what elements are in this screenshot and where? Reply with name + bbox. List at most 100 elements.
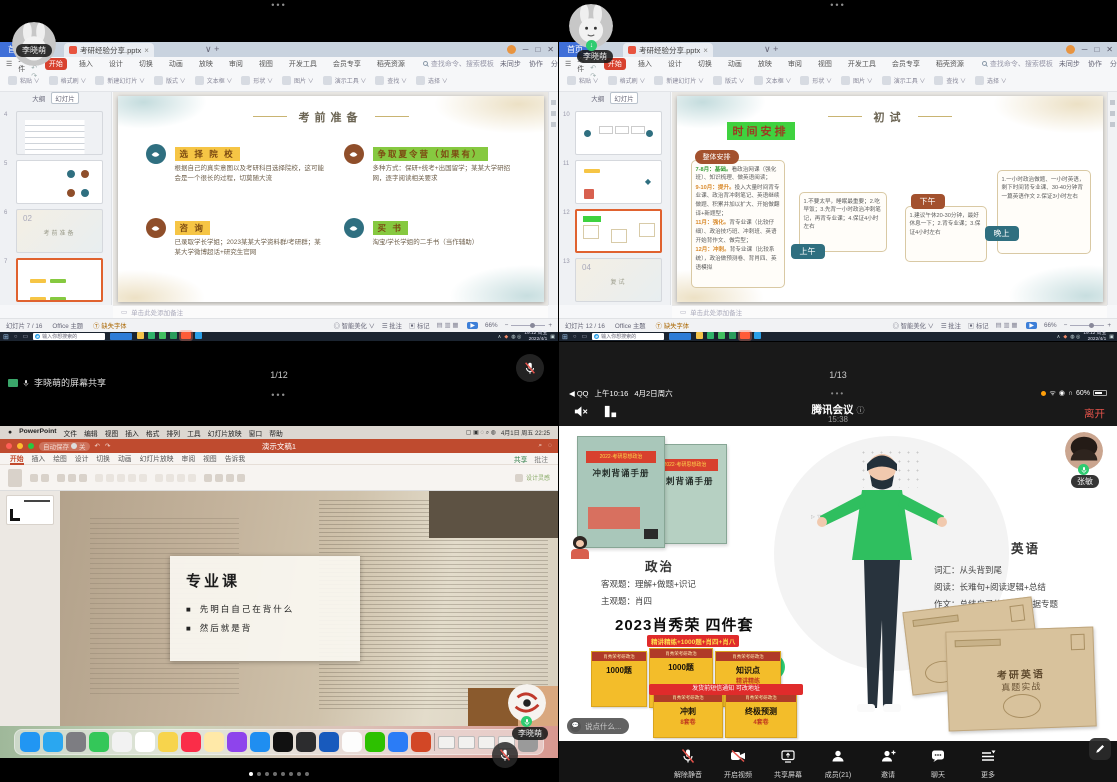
tab-close-icon[interactable]: × bbox=[144, 46, 149, 55]
dock-minimized-window[interactable] bbox=[478, 736, 495, 749]
dock-item-notes[interactable] bbox=[204, 732, 224, 752]
leave-meeting-button[interactable]: 离开 bbox=[1084, 406, 1105, 421]
toolbar-图片[interactable]: 图片 ∨ bbox=[841, 76, 873, 85]
hamburger-menu-icon[interactable]: ☰ bbox=[565, 60, 571, 68]
collab-button[interactable]: 协作 bbox=[529, 59, 543, 69]
beautify-button[interactable]: ◎ 智能美化 ∨ bbox=[893, 321, 934, 330]
overflow-dots[interactable]: ••• bbox=[830, 0, 845, 10]
overflow-dots[interactable]: ••• bbox=[271, 0, 286, 10]
toolbar-文本框[interactable]: 文本框 ∨ bbox=[754, 76, 792, 85]
ribbon-tab-3[interactable]: 设计 bbox=[105, 58, 127, 70]
slide-thumbnail-current[interactable] bbox=[575, 209, 662, 253]
toolbar-chat[interactable]: 聊天 bbox=[918, 748, 958, 782]
notes-bar[interactable]: ▭单击此处添加备注 bbox=[672, 305, 1107, 318]
ribbon-tab-4[interactable]: 切换 bbox=[694, 58, 716, 70]
taskbar-app-green-3[interactable] bbox=[170, 332, 177, 339]
dock-item-powerpoint[interactable] bbox=[411, 732, 431, 752]
ppt-tab-开始[interactable]: 开始 bbox=[10, 453, 24, 465]
menu-排列[interactable]: 排列 bbox=[166, 428, 180, 438]
gallery-page-dots[interactable] bbox=[0, 772, 558, 776]
toolbar-形状[interactable]: 形状 ∨ bbox=[241, 76, 273, 85]
sync-status[interactable]: 未同步 bbox=[1059, 59, 1080, 69]
dock-item-podcasts[interactable] bbox=[227, 732, 247, 752]
toolbar-mic-off[interactable]: 解除静音 bbox=[668, 748, 708, 782]
taskbar-search-icon[interactable]: ○ bbox=[573, 334, 577, 340]
slide-thumbnail[interactable] bbox=[16, 111, 103, 155]
toolbar-图片[interactable]: 图片 ∨ bbox=[282, 76, 314, 85]
slide-canvas-exam[interactable]: 初试 时间安排 整体安排 7-8月：基础。看政治网课（强化班）、知识梳理、做英语… bbox=[677, 96, 1103, 302]
toolbar-版式[interactable]: 版式 ∨ bbox=[713, 76, 745, 85]
slide-thumbnail[interactable] bbox=[6, 495, 54, 525]
info-icon[interactable]: ⓘ bbox=[856, 406, 864, 415]
document-tab[interactable]: 考研经验分享.pptx× bbox=[623, 43, 713, 57]
comment-button[interactable]: ☰ 批注 bbox=[382, 321, 402, 330]
taskbar-folder[interactable] bbox=[696, 332, 703, 339]
taskbar-folder[interactable] bbox=[137, 332, 144, 339]
sync-status[interactable]: 未同步 bbox=[500, 59, 521, 69]
toolbar-格式刷[interactable]: 格式刷 ∨ bbox=[608, 76, 646, 85]
ribbon-tab-8[interactable]: 视图 bbox=[814, 58, 836, 70]
task-view-icon[interactable]: ▭ bbox=[23, 333, 29, 340]
new-tab-button[interactable]: ∨ + bbox=[205, 44, 219, 55]
ribbon-tab-9[interactable]: 开发工具 bbox=[285, 58, 321, 70]
command-search[interactable]: 查找命令、搜索模板 bbox=[982, 59, 1053, 69]
toolbar-cam-off[interactable]: 开启视频 bbox=[718, 748, 758, 782]
slide-text-card[interactable]: 专业课 先明白自己在背什么 然后就是背 bbox=[170, 556, 360, 661]
ribbon-tab-11[interactable]: 稻壳资源 bbox=[373, 58, 409, 70]
dock-item-reminders[interactable] bbox=[158, 732, 178, 752]
quick-chat-pill[interactable]: 💬 说点什么... bbox=[567, 718, 629, 734]
tray-icons[interactable]: ▢ ▣ ◌ ⌕ ◍ bbox=[466, 429, 496, 437]
right-sidebar[interactable] bbox=[548, 92, 558, 305]
dock-item-app-store[interactable] bbox=[250, 732, 270, 752]
annotation-pen-button[interactable] bbox=[1089, 738, 1111, 760]
toolbar-选择[interactable]: 选择 ∨ bbox=[416, 76, 448, 85]
zoom-slider[interactable]: −+ bbox=[1064, 322, 1111, 329]
taskbar-wps-active[interactable] bbox=[740, 332, 750, 339]
slide-thumbnail[interactable] bbox=[575, 111, 662, 155]
command-search[interactable]: 查找命令、搜索模板 bbox=[423, 59, 494, 69]
tab-close-icon[interactable]: × bbox=[703, 46, 708, 55]
share-button[interactable]: 分享 bbox=[551, 59, 558, 69]
ppt-tab-绘图[interactable]: 绘图 bbox=[53, 453, 67, 465]
dock-item-music[interactable] bbox=[181, 732, 201, 752]
slide-canvas-prep[interactable]: 考前准备 选 择 院 校根据自己的真实意图以及考研科目选择院校，这可能会是一个很… bbox=[118, 96, 544, 302]
view-mode-buttons[interactable]: ▤▥▦ bbox=[437, 322, 461, 329]
toolbar-文本框[interactable]: 文本框 ∨ bbox=[195, 76, 233, 85]
taskbar-app-blue[interactable] bbox=[754, 332, 761, 339]
notification-icon[interactable]: ▣ bbox=[1109, 334, 1114, 340]
dock-item-apple-tv[interactable] bbox=[273, 732, 293, 752]
taskbar-app-green-1[interactable] bbox=[707, 332, 714, 339]
slide-thumbnail[interactable]: 02考前准备 bbox=[16, 209, 103, 253]
dock-item-tencent-meeting[interactable] bbox=[388, 732, 408, 752]
toolbar-形状[interactable]: 形状 ∨ bbox=[800, 76, 832, 85]
slide-thumbnail[interactable] bbox=[16, 160, 103, 204]
slideshow-play-button[interactable]: ▶ bbox=[1026, 322, 1037, 329]
menu-工具[interactable]: 工具 bbox=[187, 428, 201, 438]
ribbon-tab-6[interactable]: 放映 bbox=[754, 58, 776, 70]
ribbon-tab-5[interactable]: 动画 bbox=[724, 58, 746, 70]
search-icon[interactable]: ⌕ bbox=[538, 442, 542, 450]
gallery-dot[interactable] bbox=[257, 772, 261, 776]
mute-toggle-button[interactable] bbox=[516, 354, 544, 382]
view-mode-buttons[interactable]: ▤▥▦ bbox=[996, 322, 1020, 329]
dock-item-calendar[interactable] bbox=[135, 732, 155, 752]
toolbar-invite[interactable]: 邀请 bbox=[868, 748, 908, 782]
dock-item-photos[interactable] bbox=[112, 732, 132, 752]
outline-tab[interactable]: 大纲 bbox=[32, 93, 45, 103]
dock-item-finder[interactable] bbox=[20, 732, 40, 752]
insert-group[interactable] bbox=[204, 474, 245, 482]
apple-menu-icon[interactable]: ● bbox=[8, 429, 12, 436]
minimize-button[interactable]: ─ bbox=[523, 45, 529, 54]
ribbon-tab-2[interactable]: 插入 bbox=[75, 58, 97, 70]
toolbar-members[interactable]: 成员(21) bbox=[818, 748, 858, 782]
taskbar-app-green-3[interactable] bbox=[729, 332, 736, 339]
dock-item-messages[interactable] bbox=[89, 732, 109, 752]
toolbar-查找[interactable]: 查找 ∨ bbox=[934, 76, 966, 85]
ppt-tab-动画[interactable]: 动画 bbox=[118, 453, 132, 465]
menu-视图[interactable]: 视图 bbox=[105, 428, 119, 438]
gallery-dot[interactable] bbox=[289, 772, 293, 776]
ribbon-tab-7[interactable]: 审阅 bbox=[784, 58, 806, 70]
missing-font-warning[interactable]: Ⓣ缺失字体 bbox=[656, 321, 689, 330]
dock-item-launchpad[interactable] bbox=[66, 732, 86, 752]
minimize-button[interactable]: ─ bbox=[1082, 45, 1088, 54]
